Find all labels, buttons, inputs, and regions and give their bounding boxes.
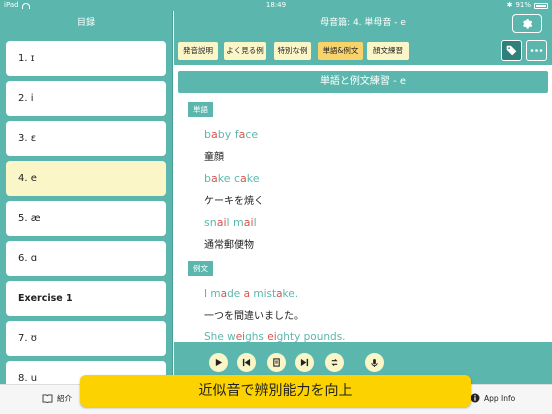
play-icon	[215, 358, 223, 367]
sidebar-title: 目録	[76, 18, 95, 28]
intro-label: 紹介	[57, 394, 72, 403]
next-icon	[300, 358, 309, 367]
sidebar-item-5[interactable]: 5. æ	[6, 201, 166, 236]
tab-special-examples[interactable]: 特別な例	[274, 42, 311, 60]
microphone-icon	[371, 358, 378, 367]
tag-button[interactable]	[501, 40, 522, 61]
word-1-translation: 童顔	[204, 152, 224, 163]
intro-tab[interactable]: 紹介	[42, 393, 72, 404]
word-3-translation: 通常郵便物	[204, 240, 254, 251]
tab-pronunciation[interactable]: 発音説明	[178, 42, 218, 60]
sidebar-item-exercise-1[interactable]: Exercise 1	[6, 281, 166, 316]
repeat-button[interactable]	[325, 353, 344, 372]
sentence-1-translation: 一つを間違いました。	[204, 311, 304, 322]
tab-bar: 発音説明 よく見る例 特別な例 単語&例文 顔文練習	[174, 36, 552, 65]
content-area: 単語と例文練習 - e 単語 baby face 童顔 bake cake ケー…	[174, 65, 552, 342]
word-2[interactable]: bake cake	[204, 172, 260, 185]
sentence-2[interactable]: She weighs eighty pounds.	[204, 331, 346, 342]
repeat-icon	[331, 358, 338, 367]
word-2-translation: ケーキを焼く	[204, 196, 264, 207]
previous-button[interactable]	[237, 353, 256, 372]
settings-button[interactable]	[512, 14, 542, 33]
microphone-button[interactable]	[365, 353, 384, 372]
sidebar-item-6[interactable]: 6. ɑ	[6, 241, 166, 276]
more-icon	[530, 49, 543, 52]
tab-practice[interactable]: 顔文練習	[367, 42, 409, 60]
tab-common-examples[interactable]: よく見る例	[224, 42, 266, 60]
sidebar-item-1[interactable]: 1. ɪ	[6, 41, 166, 76]
content-title: 単語と例文練習 - e	[178, 71, 548, 93]
sidebar-item-7[interactable]: 7. ʊ	[6, 321, 166, 356]
page-title: 母音篇: 4. 単母音 - e	[320, 18, 406, 28]
sentence-1[interactable]: I made a mistake.	[204, 288, 298, 300]
bluetooth-icon: ✱	[506, 1, 513, 9]
sidebar-item-4[interactable]: 4. e	[6, 161, 166, 196]
app-info-label: App Info	[484, 393, 516, 403]
gear-icon	[522, 19, 532, 29]
status-bar: iPad 18:49 ✱ 91%	[0, 0, 552, 11]
battery-percent: 91%	[515, 1, 531, 9]
book-icon	[42, 394, 53, 403]
sentences-label: 例文	[188, 261, 213, 276]
app-info-tab[interactable]: App Info	[470, 393, 515, 403]
sidebar-list: 1. ɪ 2. i 3. ɛ 4. e 5. æ 6. ɑ Exercise 1…	[0, 41, 172, 396]
transcript-button[interactable]	[267, 353, 286, 372]
sidebar-item-3[interactable]: 3. ɛ	[6, 121, 166, 156]
main-header: 母音篇: 4. 単母音 - e	[174, 11, 552, 36]
transcript-icon	[273, 358, 280, 367]
sidebar-item-2[interactable]: 2. i	[6, 81, 166, 116]
tab-words-sentences[interactable]: 単語&例文	[318, 42, 363, 60]
promo-banner: 近似音で辨別能力を向上	[80, 375, 471, 407]
status-right: ✱ 91%	[507, 0, 548, 11]
play-button[interactable]	[209, 353, 228, 372]
sidebar: 目録 1. ɪ 2. i 3. ɛ 4. e 5. æ 6. ɑ Exercis…	[0, 11, 173, 396]
tag-icon	[506, 45, 517, 56]
info-icon	[470, 393, 480, 403]
next-button[interactable]	[295, 353, 314, 372]
more-button[interactable]	[526, 40, 547, 61]
battery-icon	[534, 2, 548, 9]
previous-icon	[242, 358, 251, 367]
word-1[interactable]: baby face	[204, 128, 258, 141]
status-time: 18:49	[265, 1, 287, 9]
word-3[interactable]: snail mail	[204, 216, 257, 229]
words-label: 単語	[188, 102, 213, 117]
